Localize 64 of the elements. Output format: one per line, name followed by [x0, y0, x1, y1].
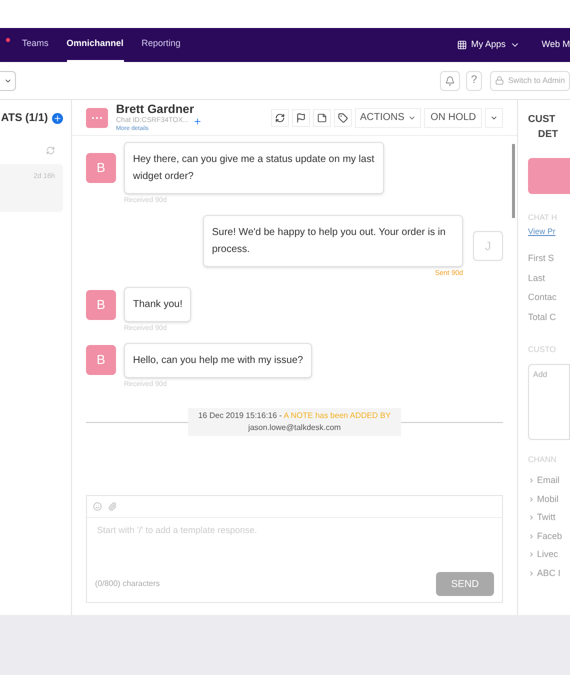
notes-field[interactable]: Add	[528, 364, 570, 440]
refresh-icon	[274, 112, 285, 122]
bell-icon	[445, 76, 456, 86]
channel-item[interactable]: ABC I	[528, 566, 570, 580]
dropdown-select[interactable]	[0, 70, 16, 90]
status-button[interactable]: ON HOLD	[424, 108, 482, 128]
message-bubble: Hey there, can you give me a status update on my last widget order?	[124, 142, 384, 194]
chevron-right-icon	[528, 477, 535, 484]
attachment-icon[interactable]	[108, 502, 117, 511]
lock-icon	[495, 76, 504, 85]
field-label: First S	[528, 252, 555, 265]
message-bubble: Sure! We'd be happy to help you out. Your order is in process.	[203, 214, 463, 266]
customer-card	[528, 158, 570, 194]
flag-icon	[296, 112, 306, 122]
add-chat-icon[interactable]	[52, 112, 63, 124]
avatar: B	[86, 153, 116, 183]
help-button[interactable]: ?	[466, 70, 482, 90]
nav-tab[interactable]: Teams	[22, 28, 49, 62]
grid-icon	[457, 40, 468, 50]
refresh-icon[interactable]	[46, 146, 55, 154]
switch-to-admin-button[interactable]: Switch to Admin	[490, 70, 570, 90]
flag-button[interactable]	[292, 108, 310, 126]
my-apps-menu[interactable]: My Apps	[457, 38, 520, 52]
chat-bubble-icon	[86, 108, 108, 128]
tag-icon	[338, 112, 348, 122]
field-label: Last	[528, 272, 546, 284]
panel-title: CUST	[528, 113, 556, 127]
plus-icon[interactable]	[192, 116, 202, 126]
scrollbar[interactable]	[512, 144, 515, 218]
notifications-button[interactable]	[440, 70, 460, 90]
message-bubble: Hello, can you help me with my issue?	[124, 342, 312, 378]
send-button[interactable]: SEND	[436, 572, 494, 596]
message-bubble: Thank you!	[124, 287, 192, 322]
note-icon	[316, 112, 327, 122]
refresh-button[interactable]	[270, 108, 289, 126]
emoji-icon[interactable]	[93, 502, 102, 511]
note-author: jason.lowe@talkdesk.com	[248, 423, 341, 432]
view-profile-link[interactable]: View Pr	[528, 226, 570, 238]
channel-item[interactable]: Twitt	[528, 511, 570, 524]
tag-button[interactable]	[334, 108, 352, 126]
note-action: A NOTE has been ADDED BY	[284, 411, 391, 420]
chevron-right-icon	[528, 551, 535, 558]
field-label: Total C	[528, 310, 558, 324]
channel-item[interactable]: Faceb	[528, 530, 570, 543]
note-button[interactable]	[312, 108, 331, 126]
chevron-right-icon	[528, 496, 535, 503]
panel-title: ATS (1/1)	[1, 110, 48, 126]
channel-item[interactable]: Mobil	[528, 492, 570, 506]
chevron-right-icon	[528, 570, 535, 577]
field-label: Contac	[528, 291, 558, 304]
actions-dropdown[interactable]: ACTIONS	[354, 108, 422, 128]
channel-item[interactable]: Email	[528, 474, 570, 488]
note-time: 16 Dec 2019 15:16:16 -	[198, 411, 283, 420]
nav-item[interactable]: Web M	[542, 38, 570, 52]
chevron-right-icon	[528, 532, 535, 540]
nav-tab[interactable]: Omnichannel	[66, 28, 124, 62]
chevron-right-icon	[528, 514, 535, 522]
character-count: (0/800) characters	[95, 578, 160, 590]
avatar: B	[86, 345, 116, 375]
nav-tab[interactable]: Reporting	[142, 28, 181, 62]
contact-name: Brett Gardner	[116, 102, 196, 116]
panel-title: DET	[538, 128, 559, 142]
avatar: B	[86, 290, 116, 320]
channel-item[interactable]: Livec	[528, 548, 570, 562]
